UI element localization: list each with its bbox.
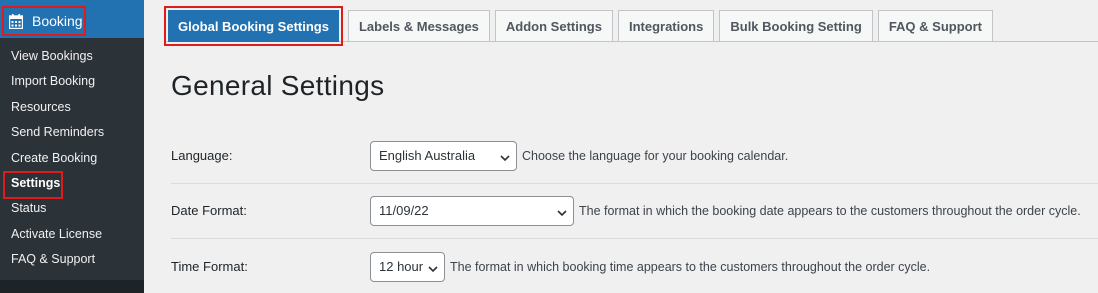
sidebar-item-resources[interactable]: Resources	[0, 95, 144, 120]
sidebar-item-label: Resources	[11, 99, 71, 114]
language-label: Language:	[171, 148, 233, 163]
sidebar-item-label: View Bookings	[11, 49, 93, 63]
date-format-label: Date Format:	[171, 203, 247, 218]
date-format-description: The format in which the booking date app…	[579, 203, 1081, 218]
chevron-down-icon	[428, 262, 438, 272]
calendar-icon	[8, 13, 24, 29]
sidebar-item-faq-support[interactable]: FAQ & Support	[0, 247, 144, 272]
sidebar-item-label: Settings	[11, 175, 61, 190]
setting-row-date-format: Date Format: 11/09/22 The format in whic…	[171, 183, 1098, 238]
language-description: Choose the language for your booking cal…	[522, 148, 789, 163]
tab-faq-support[interactable]: FAQ & Support	[877, 10, 993, 42]
setting-row-time-format: Time Format: 12 hour The format in which…	[171, 239, 1098, 293]
sidebar-item-label: Send Reminders	[11, 125, 105, 140]
sidebar-item-label: Status	[11, 201, 47, 216]
admin-sidebar: Booking View Bookings Import Booking Res…	[0, 0, 144, 293]
time-format-value: 12 hour	[379, 259, 424, 274]
chevron-down-icon	[500, 151, 510, 161]
page-title: General Settings	[171, 70, 385, 101]
language-value: English Australia	[379, 148, 476, 163]
tab-label: Global Booking Settings	[168, 10, 339, 42]
sidebar-item-label: Import Booking	[11, 74, 96, 89]
sidebar-submenu: View Bookings Import Booking Resources S…	[0, 44, 144, 273]
sidebar-item-import-booking[interactable]: Import Booking	[0, 69, 144, 94]
tab-bulk-booking-setting[interactable]: Bulk Booking Setting	[719, 10, 873, 42]
sidebar-item-send-reminders[interactable]: Send Reminders	[0, 120, 144, 145]
setting-row-language: Language: English Australia Choose the l…	[171, 128, 1098, 183]
sidebar-item-label: Activate License	[11, 226, 103, 241]
date-format-value: 11/09/22	[379, 203, 429, 218]
sidebar-item-booking[interactable]: Booking	[2, 6, 86, 36]
sidebar-item-view-bookings[interactable]: View Bookings	[0, 44, 144, 69]
time-format-label: Time Format:	[171, 259, 248, 274]
chevron-down-icon	[557, 206, 567, 216]
sidebar-item-label: Create Booking	[11, 150, 98, 165]
sidebar-item-activate-license[interactable]: Activate License	[0, 222, 144, 247]
sidebar-item-create-booking[interactable]: Create Booking	[0, 146, 144, 171]
main-content: Global Booking Settings Labels & Message…	[144, 0, 1098, 293]
tab-addon-settings[interactable]: Addon Settings	[494, 10, 613, 42]
sidebar-item-label: FAQ & Support	[11, 252, 96, 267]
tab-labels-messages[interactable]: Labels & Messages	[347, 10, 490, 42]
time-format-select[interactable]: 12 hour	[370, 251, 445, 282]
sidebar-item-settings[interactable]: Settings	[0, 170, 144, 199]
date-format-select[interactable]: 11/09/22	[370, 195, 574, 226]
time-format-description: The format in which booking time appears…	[450, 259, 931, 274]
sidebar-parent-label: Booking	[32, 13, 83, 29]
sidebar-next-section	[0, 280, 144, 293]
tab-integrations[interactable]: Integrations	[617, 10, 715, 42]
language-select[interactable]: English Australia	[370, 140, 517, 171]
tab-global-booking-settings[interactable]: Global Booking Settings	[164, 6, 343, 46]
sidebar-item-status[interactable]: Status	[0, 196, 144, 221]
settings-tabs: Global Booking Settings Labels & Message…	[164, 6, 993, 46]
